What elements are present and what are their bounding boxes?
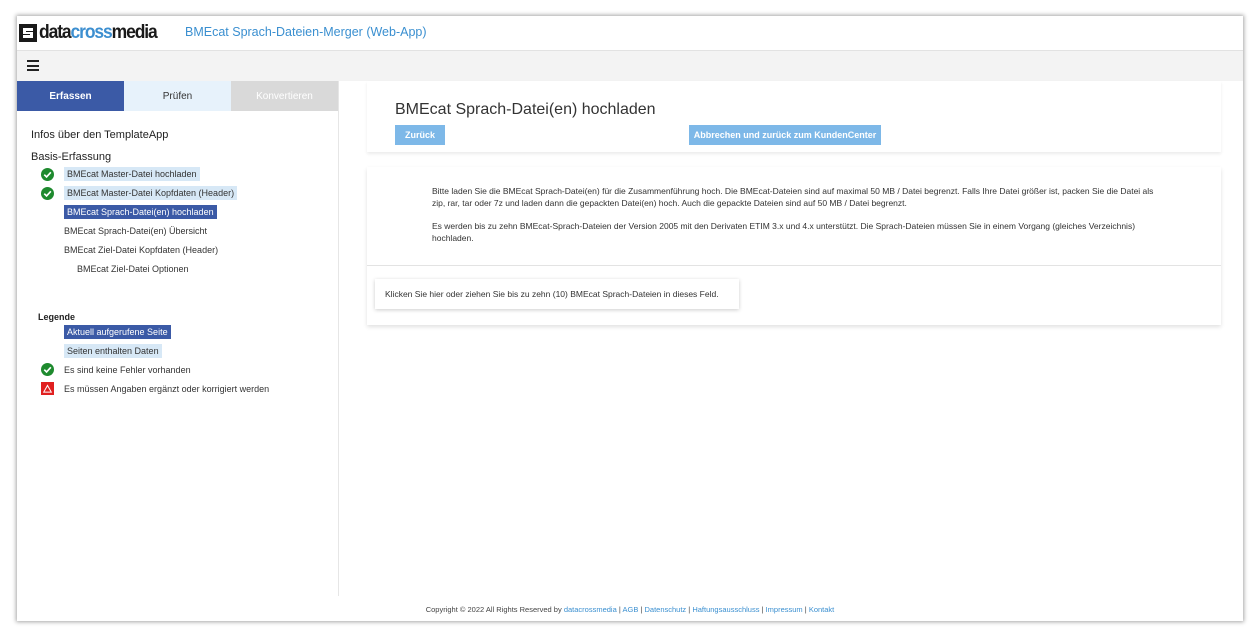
datacrossmedia-logo[interactable]: datacrossmedia (19, 22, 167, 44)
footer-link-datenschutz[interactable]: Datenschutz (644, 605, 686, 614)
tab-erfassen[interactable]: Erfassen (17, 81, 124, 111)
sidebar-section-title: Basis-Erfassung (31, 151, 112, 163)
footer-link-agb[interactable]: AGB (623, 605, 639, 614)
file-dropzone[interactable]: Klicken Sie hier oder ziehen Sie bis zu … (375, 279, 739, 309)
legend-title: Legende (38, 312, 76, 322)
check-circle-icon (41, 168, 54, 181)
legend-current-page: Aktuell aufgerufene Seite (64, 325, 171, 339)
logo-text: datacrossmedia (39, 22, 158, 44)
app-title[interactable]: BMEcat Sprach-Dateien-Merger (Web-App) (185, 25, 427, 39)
sidebar-item-master-upload[interactable]: BMEcat Master-Datei hochladen (64, 167, 200, 181)
page-header-card: BMEcat Sprach-Datei(en) hochladen Zurück… (367, 81, 1221, 152)
sidebar-item-target-options[interactable]: BMEcat Ziel-Datei Optionen (74, 262, 192, 276)
logo-text-data: data (39, 22, 72, 43)
footer-copyright: Copyright © 2022 All Rights Reserved by (425, 605, 562, 614)
legend-no-errors: Es sind keine Fehler vorhanden (64, 365, 191, 375)
sidebar-item-language-upload[interactable]: BMEcat Sprach-Datei(en) hochladen (64, 205, 217, 219)
logo-text-media: media (111, 22, 158, 43)
upload-card: Bitte laden Sie die BMEcat Sprach-Datei(… (367, 167, 1221, 325)
footer-link-impressum[interactable]: Impressum (766, 605, 803, 614)
dropzone-label: Klicken Sie hier oder ziehen Sie bis zu … (385, 289, 719, 299)
logo-mark-icon (19, 24, 37, 42)
tab-pruefen[interactable]: Prüfen (124, 81, 231, 111)
main-content: BMEcat Sprach-Datei(en) hochladen Zurück… (339, 81, 1243, 596)
cancel-button[interactable]: Abbrechen und zurück zum KundenCenter (689, 125, 881, 145)
legend-needs-correction: Es müssen Angaben ergänzt oder korrigier… (64, 384, 270, 394)
footer: Copyright © 2022 All Rights Reserved by … (17, 596, 1243, 621)
divider (367, 265, 1221, 266)
check-circle-icon (41, 187, 54, 200)
sidebar-item-master-header[interactable]: BMEcat Master-Datei Kopfdaten (Header) (64, 186, 238, 200)
logo-text-cross: cross (70, 22, 113, 43)
tab-konvertieren: Konvertieren (231, 81, 338, 111)
step-tabs: Erfassen Prüfen Konvertieren (17, 81, 338, 111)
app-header: datacrossmedia BMEcat Sprach-Dateien-Mer… (17, 16, 1243, 50)
footer-link-brand[interactable]: datacrossmedia (564, 605, 617, 614)
warning-triangle-icon (41, 382, 54, 395)
sidebar-item-language-overview[interactable]: BMEcat Sprach-Datei(en) Übersicht (61, 224, 210, 238)
footer-link-kontakt[interactable]: Kontakt (809, 605, 834, 614)
toolbar (17, 50, 1243, 82)
sidebar: Erfassen Prüfen Konvertieren Infos über … (17, 81, 339, 596)
footer-link-haftungsausschluss[interactable]: Haftungsausschluss (692, 605, 759, 614)
legend-has-data: Seiten enthalten Daten (64, 344, 162, 358)
instruction-text-1: Bitte laden Sie die BMEcat Sprach-Datei(… (432, 186, 1154, 208)
instruction-text-2: Es werden bis zu zehn BMEcat-Sprach-Date… (432, 221, 1136, 243)
page-title: BMEcat Sprach-Datei(en) hochladen (395, 101, 656, 118)
sidebar-item-target-header[interactable]: BMEcat Ziel-Datei Kopfdaten (Header) (61, 243, 221, 257)
hamburger-menu-icon[interactable] (27, 60, 39, 71)
check-circle-icon (41, 363, 54, 376)
sidebar-info-link[interactable]: Infos über den TemplateApp (31, 129, 168, 141)
app-window: datacrossmedia BMEcat Sprach-Dateien-Mer… (17, 16, 1243, 621)
back-button[interactable]: Zurück (395, 125, 445, 145)
